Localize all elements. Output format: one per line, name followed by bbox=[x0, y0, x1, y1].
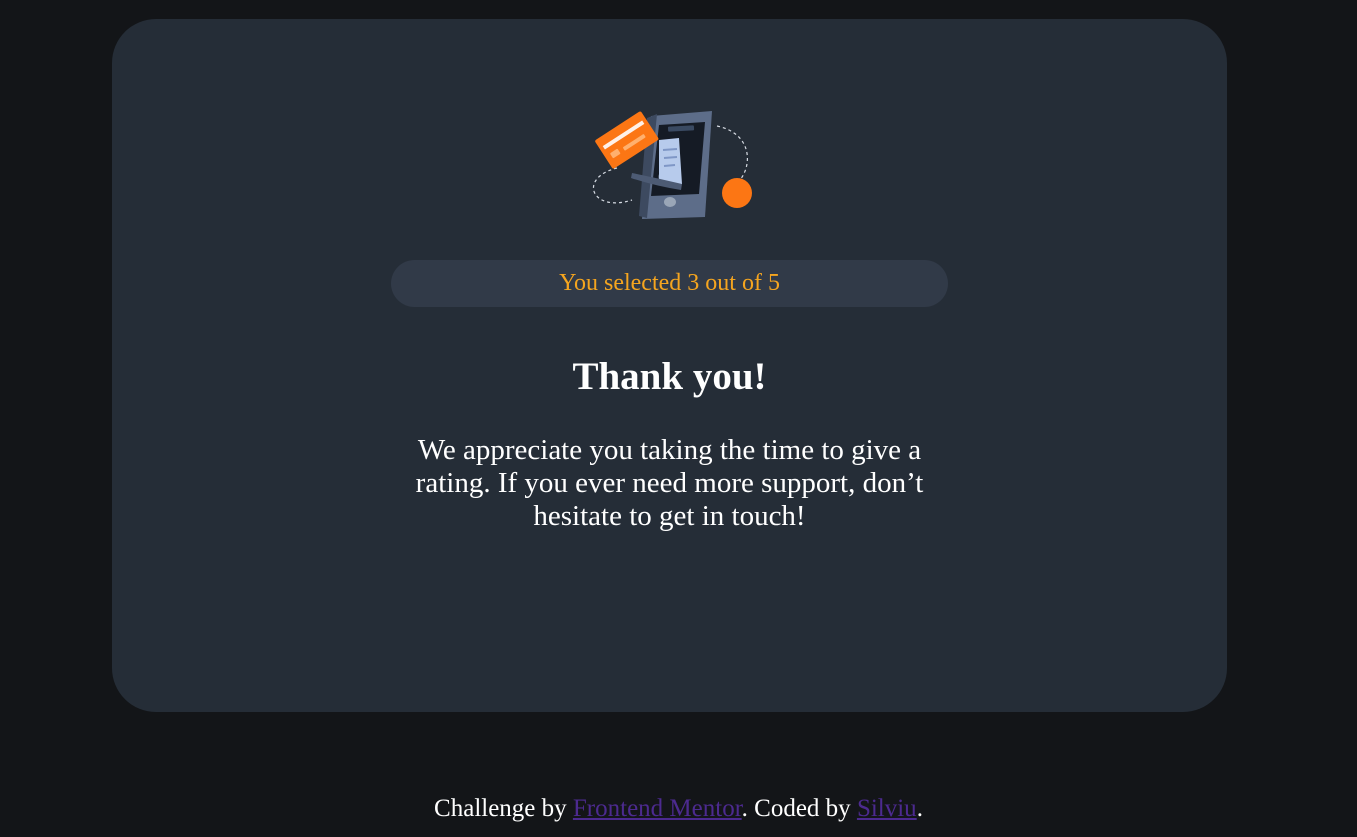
frontend-mentor-link[interactable]: Frontend Mentor bbox=[573, 795, 742, 822]
thank-you-card: You selected 3 out of 5 Thank you! We ap… bbox=[112, 19, 1227, 712]
attribution-prefix: Challenge by bbox=[434, 795, 573, 822]
attribution-footer: Challenge by Frontend Mentor. Coded by S… bbox=[0, 794, 1357, 824]
author-link[interactable]: Silviu bbox=[857, 795, 917, 822]
attribution-middle: . Coded by bbox=[741, 795, 857, 822]
selected-rating-badge: You selected 3 out of 5 bbox=[391, 260, 948, 307]
selected-rating-text: You selected 3 out of 5 bbox=[559, 270, 780, 296]
thank-you-message: We appreciate you taking the time to giv… bbox=[415, 434, 924, 532]
thank-you-illustration-icon bbox=[592, 111, 752, 219]
thank-you-title: Thank you! bbox=[572, 355, 767, 398]
attribution-suffix: . bbox=[916, 795, 923, 822]
